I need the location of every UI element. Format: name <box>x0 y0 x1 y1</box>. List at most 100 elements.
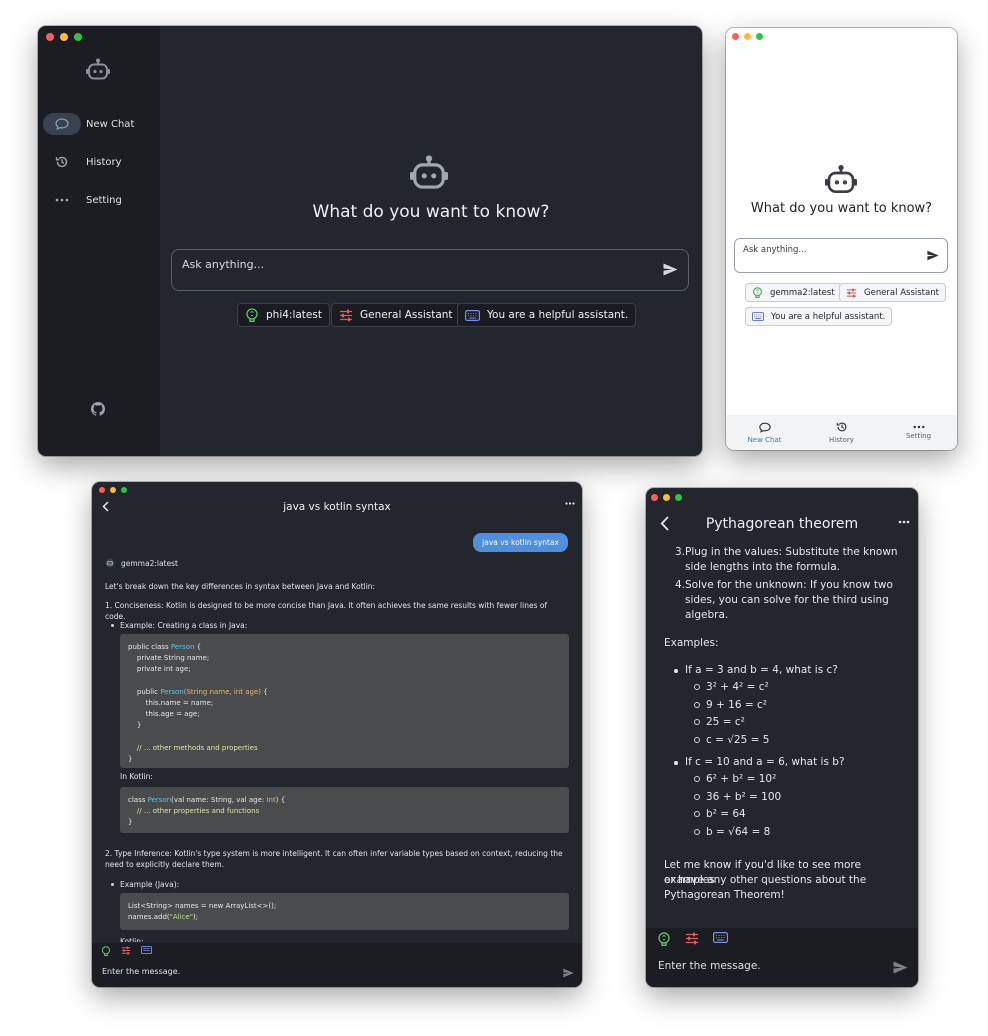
sliders-icon <box>339 309 353 322</box>
code-block-java-2: List<String> names = new ArrayList<>(); … <box>120 893 569 930</box>
list-item-continuation: side lengths into the formula. <box>685 561 840 573</box>
code-block-java: public class Person { private String nam… <box>120 634 569 768</box>
history-icon <box>836 421 848 433</box>
list-item: Example (Java): <box>110 880 180 889</box>
ask-input-placeholder: Ask anything... <box>182 258 265 271</box>
close-window-button[interactable] <box>99 487 105 493</box>
robot-icon <box>410 154 448 190</box>
sub-list-item: 6² + b² = 10² <box>693 773 777 785</box>
sidebar-item-label: New Chat <box>86 118 135 130</box>
user-message-bubble: java vs kotlin syntax <box>473 533 568 552</box>
close-window-button[interactable] <box>732 33 739 40</box>
sliders-icon[interactable] <box>685 932 699 946</box>
chat-bubble-icon <box>758 422 771 433</box>
history-icon <box>43 151 81 173</box>
chat-bubble-icon <box>43 113 81 135</box>
message-paragraph: Pythagorean Theorem! <box>664 889 785 901</box>
chat-title: Pythagorean theorem <box>705 516 859 532</box>
brain-icon <box>245 308 259 322</box>
composer-toolbar <box>657 932 728 946</box>
window-controls <box>99 487 127 493</box>
composer-toolbar <box>101 946 152 956</box>
message-composer: Enter the message. <box>92 943 582 987</box>
bottom-tab-bar: New Chat History Setting <box>726 415 957 450</box>
tab-new-chat[interactable]: New Chat <box>726 415 803 450</box>
desktop-window: New Chat History Setting What do you wan… <box>38 26 702 456</box>
robot-icon <box>86 58 110 80</box>
sub-list-item: 9 + 16 = c² <box>694 699 767 711</box>
window-controls <box>651 494 682 501</box>
ask-input[interactable]: Ask anything... <box>171 249 689 291</box>
minimize-window-button[interactable] <box>663 494 670 501</box>
pythagoras-chat-window: Pythagorean theorem 3.Plug in the values… <box>646 488 918 987</box>
minimize-window-button[interactable] <box>110 487 116 493</box>
model-chip[interactable]: phi4:latest <box>237 303 330 327</box>
system-prompt-chip[interactable]: You are a helpful assistant. <box>457 303 637 327</box>
zoom-window-button[interactable] <box>74 33 82 41</box>
more-dots-icon[interactable] <box>565 502 575 505</box>
section-label: Examples: <box>664 637 719 649</box>
zoom-window-button[interactable] <box>675 494 682 501</box>
github-icon[interactable] <box>91 402 105 416</box>
zoom-window-button[interactable] <box>121 487 127 493</box>
zoom-window-button[interactable] <box>756 33 763 40</box>
keyboard-icon[interactable] <box>713 932 728 946</box>
sidebar: New Chat History Setting <box>38 26 160 456</box>
list-item: 4.Solve for the unknown: If you know two <box>675 579 893 591</box>
assistant-name: gemma2:latest <box>121 558 178 568</box>
message-paragraph: In Kotlin: <box>120 772 153 781</box>
keyboard-icon[interactable] <box>141 946 152 956</box>
model-chip[interactable]: gemma2:latest <box>745 283 842 302</box>
minimize-window-button[interactable] <box>744 33 751 40</box>
message-paragraph: or have any other questions about the <box>664 874 867 886</box>
sliders-icon <box>846 288 857 298</box>
message-paragraph: 2. Type Inference: Kotlin's type system … <box>105 849 563 869</box>
sub-list-item: c = √25 = 5 <box>693 734 770 746</box>
assistant-chip[interactable]: General Assistant <box>331 303 461 327</box>
message-composer: Enter the message. <box>646 928 918 987</box>
sidebar-item-setting[interactable]: Setting <box>43 189 155 211</box>
assistant-header: gemma2:latest <box>105 558 178 568</box>
ask-input[interactable]: Ask anything... <box>734 238 948 273</box>
sidebar-item-history[interactable]: History <box>43 151 155 173</box>
sub-list-item: 25 = c² <box>694 716 745 728</box>
robot-avatar-icon <box>105 558 115 568</box>
mobile-window: What do you want to know? Ask anything..… <box>726 28 957 450</box>
close-window-button[interactable] <box>46 33 54 41</box>
list-item-continuation: algebra. <box>685 609 729 621</box>
more-dots-icon[interactable] <box>898 520 910 524</box>
tab-history[interactable]: History <box>803 415 880 450</box>
sidebar-item-new-chat[interactable]: New Chat <box>43 113 155 135</box>
keyboard-icon <box>752 312 764 321</box>
window-controls <box>732 33 763 40</box>
close-window-button[interactable] <box>651 494 658 501</box>
more-dots-icon <box>913 425 925 429</box>
page-title: What do you want to know? <box>312 202 550 222</box>
send-icon[interactable] <box>563 968 574 978</box>
send-icon[interactable] <box>927 250 939 261</box>
sub-list-item: b = √64 = 8 <box>693 826 771 838</box>
system-prompt-chip[interactable]: You are a helpful assistant. <box>745 307 893 326</box>
message-input[interactable]: Enter the message. <box>102 967 180 976</box>
message-paragraph: 1. Conciseness: Kotlin is designed to be… <box>105 601 548 621</box>
assistant-chip[interactable]: General Assistant <box>839 283 946 302</box>
ask-input-placeholder: Ask anything... <box>743 245 807 255</box>
list-item: 3.Plug in the values: Substitute the kno… <box>675 546 898 558</box>
message-input[interactable]: Enter the message. <box>658 960 761 972</box>
list-item-continuation: sides, you can solve for the third using <box>685 594 889 606</box>
brain-icon[interactable] <box>101 946 111 956</box>
brain-icon <box>752 287 763 298</box>
send-icon[interactable] <box>663 263 678 276</box>
minimize-window-button[interactable] <box>60 33 68 41</box>
send-icon[interactable] <box>893 961 908 974</box>
tab-setting[interactable]: Setting <box>880 415 957 450</box>
sliders-icon[interactable] <box>121 946 131 956</box>
sub-list-item: 36 + b² = 100 <box>693 791 782 803</box>
brain-icon[interactable] <box>657 932 671 946</box>
message-paragraph: Let's break down the key differences in … <box>105 582 376 591</box>
page-title: What do you want to know? <box>750 201 933 216</box>
main-area: What do you want to know? Ask anything..… <box>160 26 702 456</box>
robot-icon <box>825 164 857 194</box>
keyboard-icon <box>465 309 480 321</box>
chat-title: java vs kotlin syntax <box>283 501 391 513</box>
